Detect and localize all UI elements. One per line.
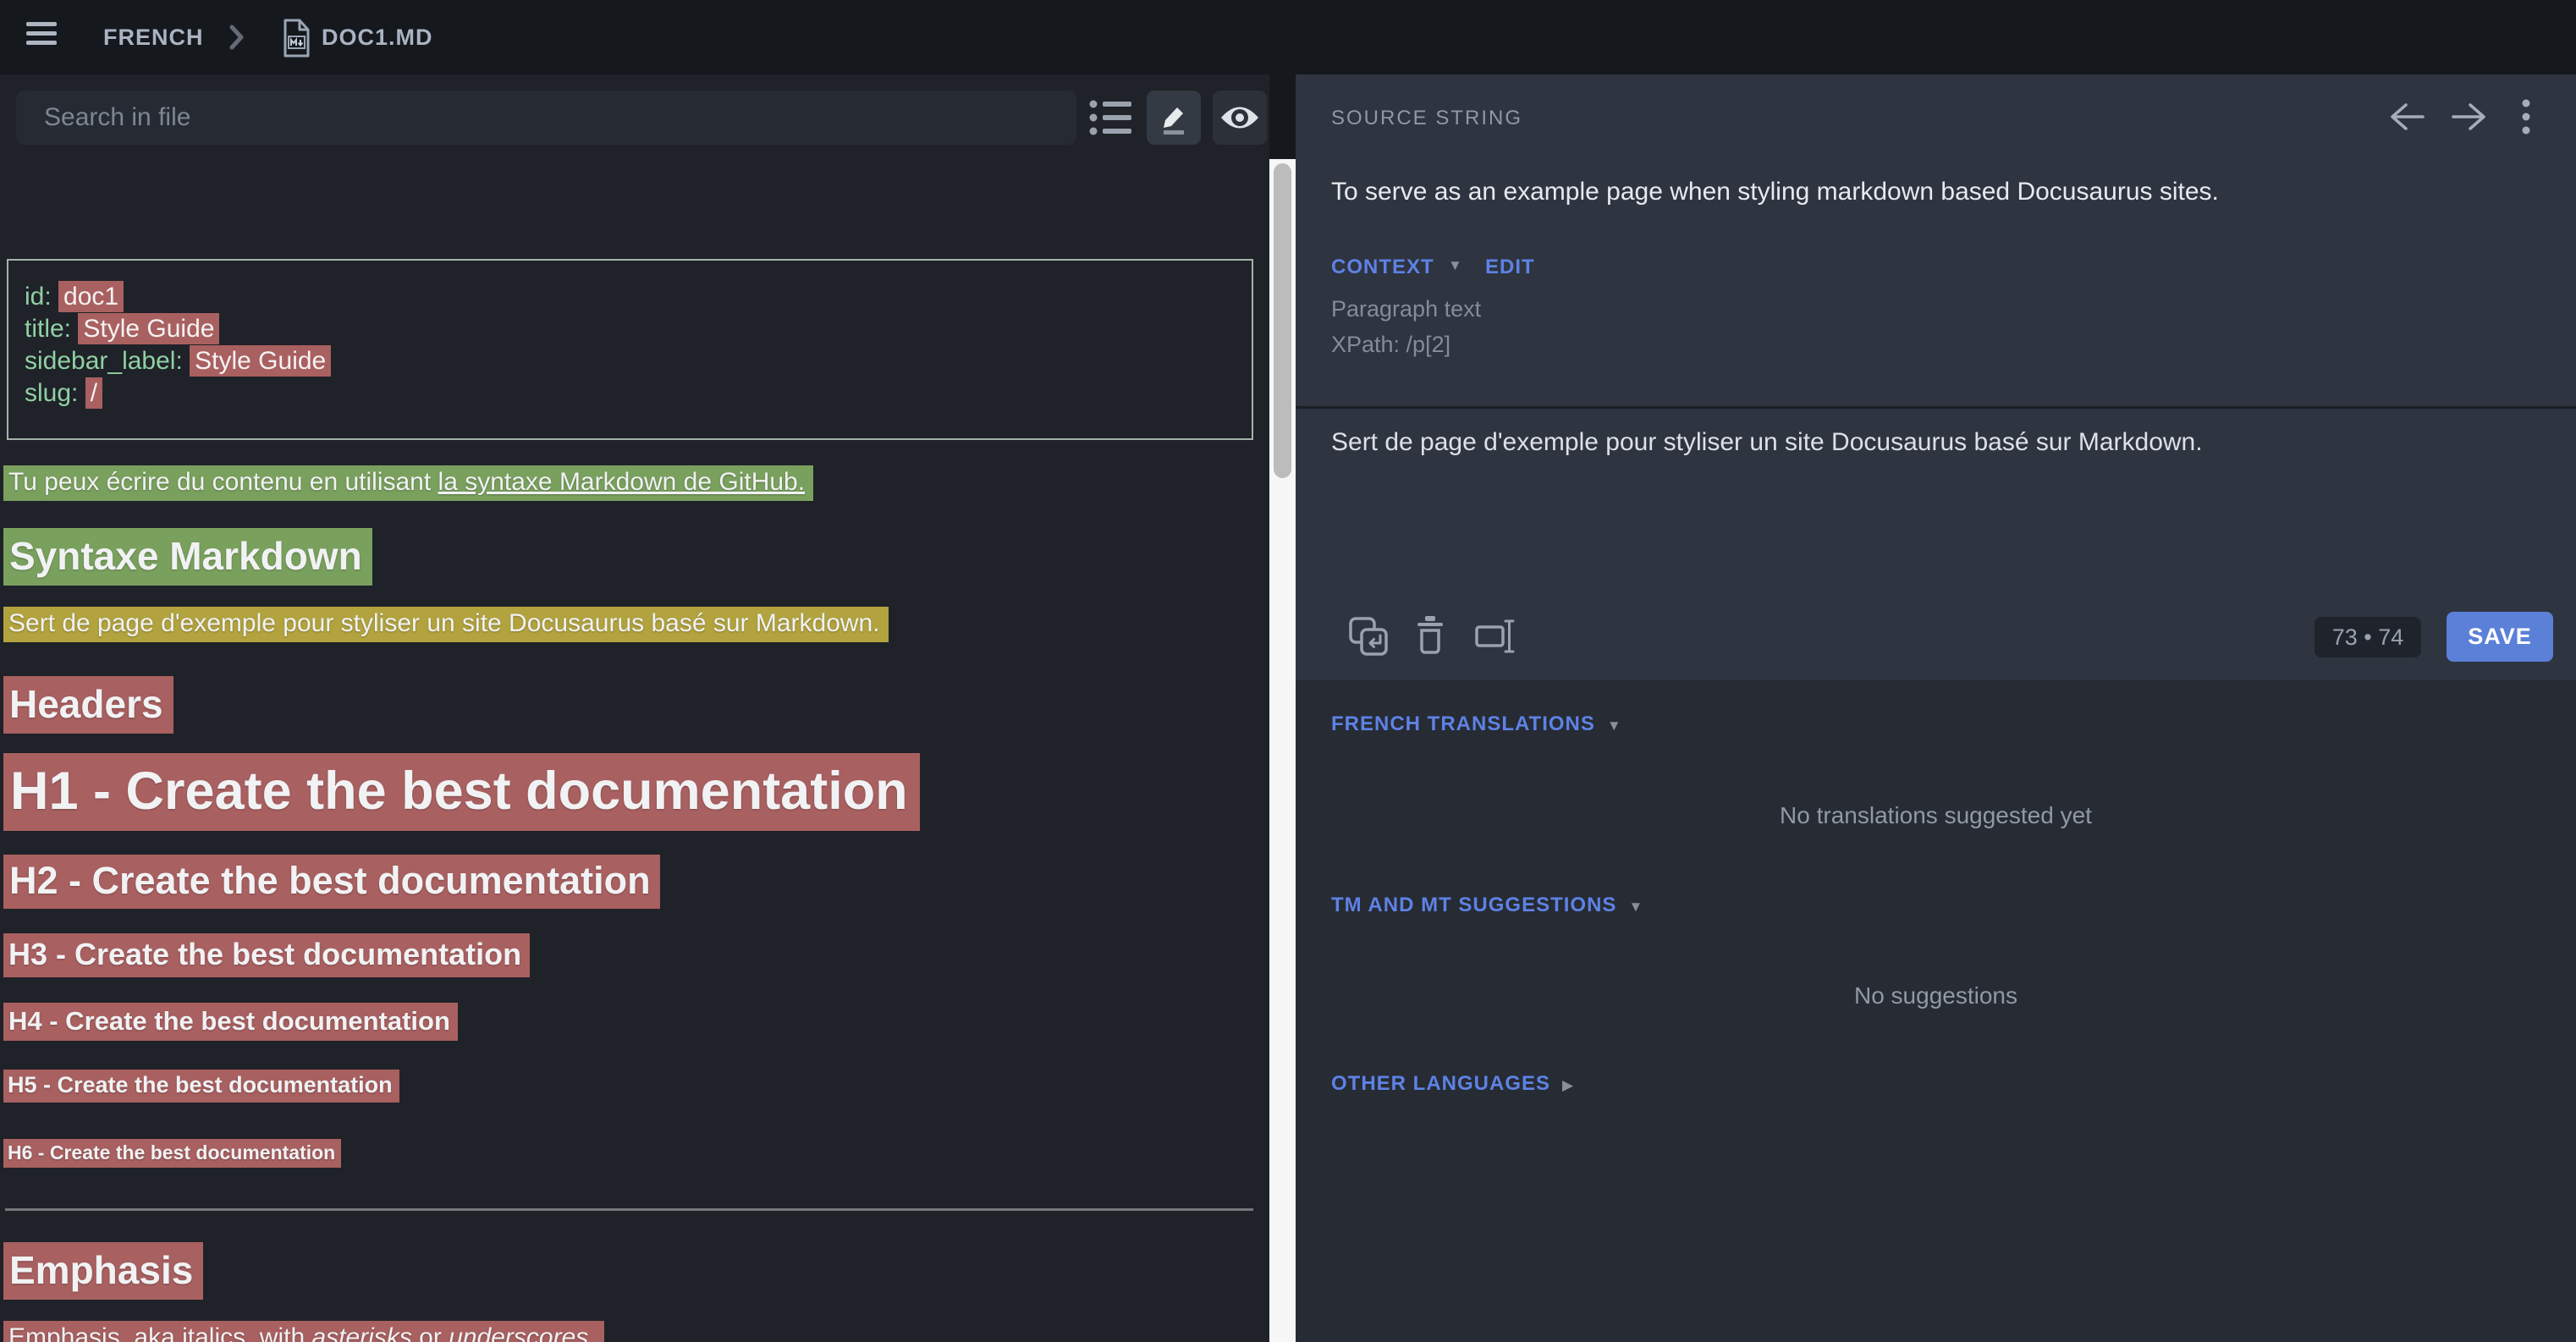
document-content: id: doc1 title: Style Guide sidebar_labe… — [0, 159, 1269, 1342]
text-cursor-button[interactable] — [1475, 616, 1517, 661]
doc-string-intro[interactable]: Tu peux écrire du contenu en utilisant l… — [0, 465, 813, 501]
doc-string-h2[interactable]: H2 - Create the best documentation — [0, 855, 660, 909]
document-scrollbar-track[interactable] — [1269, 159, 1296, 1342]
hamburger-menu-icon[interactable] — [26, 22, 57, 51]
doc-string-h1[interactable]: H1 - Create the best documentation — [0, 753, 920, 831]
translation-panel: SOURCE STRING To serve as an example pag… — [1296, 74, 2576, 1342]
markdown-file-icon — [279, 17, 313, 63]
doc-string-em-para[interactable]: Emphasis, aka italics, with asterisks or… — [0, 1321, 604, 1342]
horizontal-rule — [5, 1208, 1253, 1211]
doc-string-h6[interactable]: H6 - Create the best documentation — [0, 1139, 341, 1168]
frontmatter-string[interactable]: / — [85, 377, 102, 409]
breadcrumb-chevron-icon — [227, 23, 245, 56]
list-icon — [1088, 98, 1132, 137]
frontmatter-row: sidebar_label: Style Guide — [25, 345, 1252, 377]
trash-icon — [1414, 616, 1446, 657]
translations-empty-text: No translations suggested yet — [1296, 802, 2576, 829]
source-string-label: SOURCE STRING — [1331, 107, 1522, 130]
section-caret-icon: ▶ — [1562, 1077, 1573, 1093]
frontmatter-row: title: Style Guide — [25, 313, 1252, 345]
context-type: Paragraph text — [1331, 296, 1481, 322]
tm-empty-text: No suggestions — [1296, 982, 2576, 1009]
doc-link: la syntaxe Markdown de GitHub. — [438, 468, 806, 496]
italic-run: underscores. — [449, 1323, 595, 1342]
breadcrumb-file[interactable]: DOC1.MD — [322, 0, 433, 74]
context-caret-icon: ▼ — [1448, 257, 1462, 274]
doc-string-h3[interactable]: H3 - Create the best documentation — [0, 933, 530, 977]
source-translation-card: SOURCE STRING To serve as an example pag… — [1296, 74, 2576, 680]
source-string-text: To serve as an example page when styling… — [1331, 178, 2219, 206]
section-caret-icon: ▼ — [1607, 718, 1621, 734]
doc-string-h2-emphasis[interactable]: Emphasis — [0, 1242, 203, 1300]
save-button[interactable]: SAVE — [2447, 612, 2553, 662]
frontmatter-string[interactable]: doc1 — [58, 281, 124, 312]
section-tm-mt-suggestions[interactable]: TM AND MT SUGGESTIONS▼ — [1331, 894, 1643, 917]
frontmatter-string[interactable]: Style Guide — [190, 345, 331, 377]
arrow-right-icon — [2450, 100, 2489, 134]
section-caret-icon: ▼ — [1628, 899, 1643, 915]
translation-editor-app: FRENCH DOC1.MD — [0, 0, 2576, 1342]
arrow-left-icon — [2387, 100, 2426, 134]
document-panel: id: doc1 title: Style Guide sidebar_labe… — [0, 74, 1269, 1342]
frontmatter-block: id: doc1 title: Style Guide sidebar_labe… — [7, 259, 1253, 440]
previous-string-button[interactable] — [2387, 100, 2426, 138]
doc-string-h5[interactable]: H5 - Create the best documentation — [0, 1070, 399, 1103]
text-run: Tu peux écrire du contenu en utilisant — [8, 468, 438, 496]
string-list-button[interactable] — [1083, 91, 1137, 145]
context-xpath: XPath: /p[2] — [1331, 332, 1450, 358]
text-run: Emphasis, aka italics, with — [8, 1323, 311, 1342]
top-bar: FRENCH DOC1.MD — [0, 0, 2576, 74]
frontmatter-row: id: doc1 — [25, 281, 1252, 313]
doc-string-selected[interactable]: Sert de page d'exemple pour styliser un … — [0, 607, 889, 642]
frontmatter-key: title: — [25, 315, 78, 343]
doc-string-h4[interactable]: H4 - Create the best documentation — [0, 1003, 458, 1041]
frontmatter-key: sidebar_label: — [25, 347, 190, 375]
pencil-icon — [1157, 100, 1191, 135]
search-input[interactable] — [16, 91, 1076, 145]
italic-run: asterisks — [311, 1323, 411, 1342]
doc-string-h2-syntax[interactable]: Syntaxe Markdown — [0, 528, 372, 586]
delete-translation-button[interactable] — [1414, 616, 1446, 661]
section-french-translations[interactable]: FRENCH TRANSLATIONS▼ — [1331, 712, 1621, 736]
text-cursor-icon — [1475, 616, 1517, 657]
section-other-languages[interactable]: OTHER LANGUAGES▶ — [1331, 1072, 1573, 1096]
document-scrollbar-thumb[interactable] — [1274, 163, 1291, 478]
more-options-button[interactable] — [2521, 98, 2531, 140]
kebab-menu-icon — [2521, 98, 2531, 135]
text-run: or — [412, 1323, 449, 1342]
context-toggle[interactable]: CONTEXT — [1331, 256, 1434, 279]
preview-mode-button[interactable] — [1213, 91, 1267, 145]
frontmatter-string[interactable]: Style Guide — [78, 313, 219, 344]
eye-icon — [1219, 103, 1260, 132]
frontmatter-key: id: — [25, 283, 58, 311]
context-edit-button[interactable]: EDIT — [1485, 256, 1535, 279]
doc-string-h2-headers[interactable]: Headers — [0, 676, 173, 734]
copy-source-button[interactable] — [1348, 616, 1389, 661]
frontmatter-row: slug: / — [25, 377, 1252, 410]
next-string-button[interactable] — [2450, 100, 2489, 138]
edit-mode-button[interactable] — [1147, 91, 1201, 145]
breadcrumb-project[interactable]: FRENCH — [103, 0, 204, 74]
character-counter: 73 • 74 — [2315, 617, 2421, 657]
translation-editor[interactable]: Sert de page d'exemple pour styliser un … — [1331, 428, 2533, 580]
panel-divider — [1296, 406, 2576, 409]
frontmatter-key: slug: — [25, 379, 85, 407]
copy-source-icon — [1348, 616, 1389, 657]
